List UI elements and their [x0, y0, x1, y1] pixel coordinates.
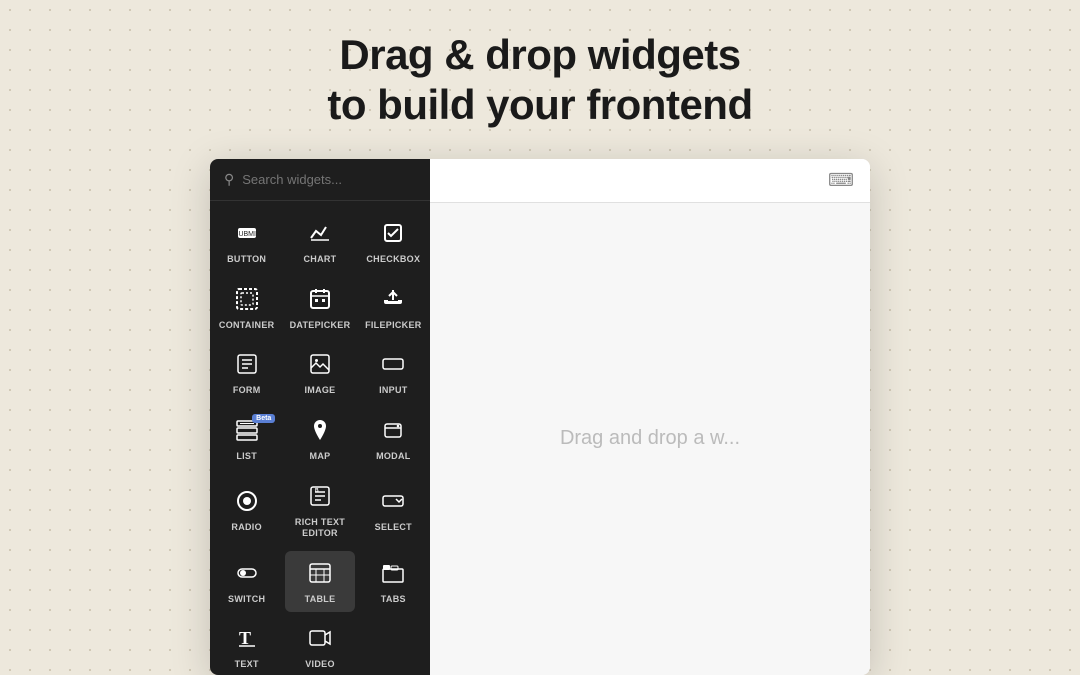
text-icon: T — [235, 626, 259, 654]
widget-item-datepicker[interactable]: DATEPICKER — [285, 277, 354, 339]
widget-item-form[interactable]: FORM — [212, 342, 281, 404]
widget-item-switch[interactable]: SWITCH — [212, 551, 281, 613]
canvas-area[interactable]: Drag and drop a w... — [430, 203, 870, 675]
select-label: SELECT — [375, 522, 412, 533]
widget-item-tabs[interactable]: TABS — [359, 551, 428, 613]
svg-text:SUBMIT: SUBMIT — [235, 231, 259, 238]
widget-item-input[interactable]: INPUT — [359, 342, 428, 404]
form-label: FORM — [233, 385, 261, 396]
widget-item-button[interactable]: SUBMIT BUTTON — [212, 211, 281, 273]
form-icon — [235, 352, 259, 380]
switch-label: SWITCH — [228, 594, 265, 605]
video-label: VIDEO — [305, 659, 335, 670]
svg-text:T: T — [239, 628, 251, 648]
map-label: MAP — [310, 451, 331, 462]
radio-icon — [235, 489, 259, 517]
drop-hint: Drag and drop a w... — [560, 427, 740, 450]
checkbox-icon — [381, 221, 405, 249]
widget-item-modal[interactable]: MODAL — [359, 408, 428, 470]
search-icon: ⚲ — [224, 171, 234, 188]
widget-item-table[interactable]: TABLE — [285, 551, 354, 613]
image-label: IMAGE — [304, 385, 335, 396]
sidebar: ⚲ SUBMIT BUTTON CHART CHECKBOX CONTAINER DATE… — [210, 159, 430, 675]
rte-label: RICH TEXT EDITOR — [295, 517, 345, 539]
widget-item-container[interactable]: CONTAINER — [212, 277, 281, 339]
main-area: ⌨ Drag and drop a w... — [430, 159, 870, 675]
radio-label: RADIO — [231, 522, 262, 533]
headline: Drag & drop widgets to build your fronte… — [327, 30, 752, 131]
search-input[interactable] — [242, 172, 418, 187]
monitor-icon: ⌨ — [828, 170, 854, 191]
widget-item-list[interactable]: LIST Beta — [212, 408, 281, 470]
list-beta-badge: Beta — [252, 414, 275, 423]
search-bar: ⚲ — [210, 159, 430, 201]
button-label: BUTTON — [227, 254, 266, 265]
video-icon — [308, 626, 332, 654]
widget-item-filepicker[interactable]: FILEPICKER — [359, 277, 428, 339]
switch-icon — [235, 561, 259, 589]
app-window: ⚲ SUBMIT BUTTON CHART CHECKBOX CONTAINER DATE… — [210, 159, 870, 675]
filepicker-label: FILEPICKER — [365, 320, 422, 331]
widget-item-map[interactable]: MAP — [285, 408, 354, 470]
text-label: TEXT — [235, 659, 259, 670]
datepicker-icon — [308, 287, 332, 315]
map-icon — [308, 418, 332, 446]
table-label: TABLE — [305, 594, 336, 605]
select-icon — [381, 489, 405, 517]
input-label: INPUT — [379, 385, 408, 396]
container-label: CONTAINER — [219, 320, 275, 331]
image-icon — [308, 352, 332, 380]
list-label: LIST — [236, 451, 257, 462]
button-icon: SUBMIT — [235, 221, 259, 249]
main-toolbar: ⌨ — [430, 159, 870, 203]
container-icon — [235, 287, 259, 315]
table-icon — [308, 561, 332, 589]
modal-label: MODAL — [376, 451, 411, 462]
widget-item-select[interactable]: SELECT — [359, 474, 428, 547]
headline-text: Drag & drop widgets to build your fronte… — [327, 30, 752, 131]
svg-text:B: B — [315, 488, 319, 494]
modal-icon — [381, 418, 405, 446]
rte-icon: B — [308, 484, 332, 512]
chart-icon — [308, 221, 332, 249]
datepicker-label: DATEPICKER — [290, 320, 351, 331]
checkbox-label: CHECKBOX — [366, 254, 420, 265]
tabs-label: TABS — [381, 594, 406, 605]
widgets-grid: SUBMIT BUTTON CHART CHECKBOX CONTAINER DATEPI… — [210, 201, 430, 675]
widget-item-video[interactable]: VIDEO — [285, 616, 354, 675]
widget-item-chart[interactable]: CHART — [285, 211, 354, 273]
widget-item-checkbox[interactable]: CHECKBOX — [359, 211, 428, 273]
widget-item-image[interactable]: IMAGE — [285, 342, 354, 404]
filepicker-icon — [381, 287, 405, 315]
input-icon — [381, 352, 405, 380]
chart-label: CHART — [303, 254, 336, 265]
widget-item-rte[interactable]: B RICH TEXT EDITOR — [285, 474, 354, 547]
tabs-icon — [381, 561, 405, 589]
widget-item-radio[interactable]: RADIO — [212, 474, 281, 547]
widget-item-text[interactable]: T TEXT — [212, 616, 281, 675]
